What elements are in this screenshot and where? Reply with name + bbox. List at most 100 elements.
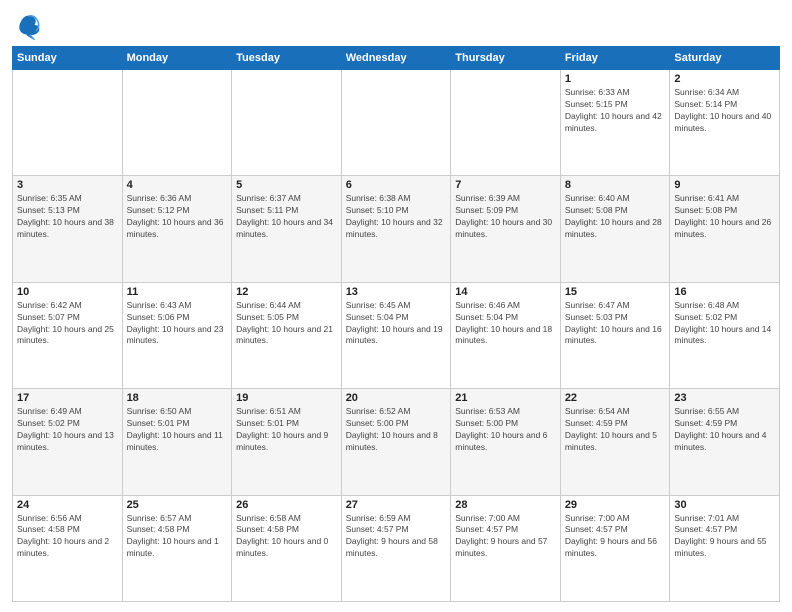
day-number: 21 [455,392,556,404]
calendar-cell: 22 Sunrise: 6:54 AM Sunset: 4:59 PM Dayli… [560,389,670,495]
calendar-cell: 26Sunrise: 6:58 AM Sunset: 4:58 PM Dayli… [232,495,342,601]
weekday-tuesday: Tuesday [232,47,342,70]
day-info: Sunrise: 6:49 AM Sunset: 5:02 PM Dayligh… [17,406,118,454]
day-number: 28 [455,499,556,511]
day-info: Sunrise: 6:34 AM Sunset: 5:14 PM Dayligh… [674,87,775,135]
weekday-sunday: Sunday [13,47,123,70]
calendar-cell: 5 Sunrise: 6:37 AM Sunset: 5:11 PM Daylig… [232,176,342,282]
day-number: 24 [17,499,118,511]
day-info: Sunrise: 6:39 AM Sunset: 5:09 PM Dayligh… [455,193,556,241]
day-info: Sunrise: 6:54 AM Sunset: 4:59 PM Dayligh… [565,406,666,454]
calendar-cell: 12 Sunrise: 6:44 AM Sunset: 5:05 PM Dayli… [232,282,342,388]
calendar-cell: 2 Sunrise: 6:34 AM Sunset: 5:14 PM Daylig… [670,70,780,176]
day-info: Sunrise: 7:00 AM Sunset: 4:57 PM Dayligh… [455,513,556,561]
day-number: 14 [455,286,556,298]
calendar-cell: 20Sunrise: 6:52 AM Sunset: 5:00 PM Dayli… [341,389,451,495]
day-info: Sunrise: 7:00 AM Sunset: 4:57 PM Dayligh… [565,513,666,561]
calendar-cell: 9 Sunrise: 6:41 AM Sunset: 5:08 PM Daylig… [670,176,780,282]
calendar-cell: 19 Sunrise: 6:51 AM Sunset: 5:01 PM Dayli… [232,389,342,495]
calendar-cell: 27 Sunrise: 6:59 AM Sunset: 4:57 PM Dayli… [341,495,451,601]
day-number: 22 [565,392,666,404]
calendar-cell: 10 Sunrise: 6:42 AM Sunset: 5:07 PM Dayli… [13,282,123,388]
day-number: 16 [674,286,775,298]
day-number: 2 [674,73,775,85]
day-info: Sunrise: 6:51 AM Sunset: 5:01 PM Dayligh… [236,406,337,454]
calendar-cell [451,70,561,176]
day-number: 1 [565,73,666,85]
calendar-cell: 28 Sunrise: 7:00 AM Sunset: 4:57 PM Dayli… [451,495,561,601]
day-info: Sunrise: 6:40 AM Sunset: 5:08 PM Dayligh… [565,193,666,241]
day-info: Sunrise: 6:50 AM Sunset: 5:01 PM Dayligh… [127,406,228,454]
day-info: Sunrise: 6:43 AM Sunset: 5:06 PM Dayligh… [127,300,228,348]
day-number: 19 [236,392,337,404]
calendar-cell: 15 Sunrise: 6:47 AM Sunset: 5:03 PM Dayli… [560,282,670,388]
day-info: Sunrise: 7:01 AM Sunset: 4:57 PM Dayligh… [674,513,775,561]
weekday-saturday: Saturday [670,47,780,70]
weekday-header: SundayMondayTuesdayWednesdayThursdayFrid… [13,47,780,70]
day-info: Sunrise: 6:53 AM Sunset: 5:00 PM Dayligh… [455,406,556,454]
calendar-cell: 25Sunrise: 6:57 AM Sunset: 4:58 PM Dayli… [122,495,232,601]
calendar-cell: 17Sunrise: 6:49 AM Sunset: 5:02 PM Dayli… [13,389,123,495]
day-number: 7 [455,179,556,191]
calendar-week-5: 24 Sunrise: 6:56 AM Sunset: 4:58 PM Dayli… [13,495,780,601]
day-info: Sunrise: 6:41 AM Sunset: 5:08 PM Dayligh… [674,193,775,241]
day-number: 5 [236,179,337,191]
day-number: 30 [674,499,775,511]
calendar-cell: 11 Sunrise: 6:43 AM Sunset: 5:06 PM Dayli… [122,282,232,388]
calendar-week-1: 1 Sunrise: 6:33 AM Sunset: 5:15 PM Daylig… [13,70,780,176]
day-number: 3 [17,179,118,191]
day-info: Sunrise: 6:33 AM Sunset: 5:15 PM Dayligh… [565,87,666,135]
day-number: 15 [565,286,666,298]
day-info: Sunrise: 6:37 AM Sunset: 5:11 PM Dayligh… [236,193,337,241]
calendar-cell: 4 Sunrise: 6:36 AM Sunset: 5:12 PM Daylig… [122,176,232,282]
calendar-cell: 3 Sunrise: 6:35 AM Sunset: 5:13 PM Daylig… [13,176,123,282]
calendar-week-2: 3 Sunrise: 6:35 AM Sunset: 5:13 PM Daylig… [13,176,780,282]
calendar-body: 1 Sunrise: 6:33 AM Sunset: 5:15 PM Daylig… [13,70,780,602]
weekday-monday: Monday [122,47,232,70]
calendar-cell: 7 Sunrise: 6:39 AM Sunset: 5:09 PM Daylig… [451,176,561,282]
calendar-cell [232,70,342,176]
calendar-cell: 1 Sunrise: 6:33 AM Sunset: 5:15 PM Daylig… [560,70,670,176]
page: SundayMondayTuesdayWednesdayThursdayFrid… [0,0,792,612]
calendar-cell: 21 Sunrise: 6:53 AM Sunset: 5:00 PM Dayli… [451,389,561,495]
day-info: Sunrise: 6:56 AM Sunset: 4:58 PM Dayligh… [17,513,118,561]
header [12,10,780,40]
day-number: 25 [127,499,228,511]
calendar-cell: 24 Sunrise: 6:56 AM Sunset: 4:58 PM Dayli… [13,495,123,601]
day-number: 4 [127,179,228,191]
day-info: Sunrise: 6:42 AM Sunset: 5:07 PM Dayligh… [17,300,118,348]
day-number: 6 [346,179,447,191]
calendar: SundayMondayTuesdayWednesdayThursdayFrid… [12,46,780,602]
day-info: Sunrise: 6:55 AM Sunset: 4:59 PM Dayligh… [674,406,775,454]
day-number: 9 [674,179,775,191]
day-info: Sunrise: 6:46 AM Sunset: 5:04 PM Dayligh… [455,300,556,348]
day-info: Sunrise: 6:59 AM Sunset: 4:57 PM Dayligh… [346,513,447,561]
day-number: 27 [346,499,447,511]
day-info: Sunrise: 6:35 AM Sunset: 5:13 PM Dayligh… [17,193,118,241]
day-info: Sunrise: 6:44 AM Sunset: 5:05 PM Dayligh… [236,300,337,348]
calendar-cell [341,70,451,176]
calendar-cell: 8 Sunrise: 6:40 AM Sunset: 5:08 PM Daylig… [560,176,670,282]
day-info: Sunrise: 6:47 AM Sunset: 5:03 PM Dayligh… [565,300,666,348]
calendar-cell: 14 Sunrise: 6:46 AM Sunset: 5:04 PM Dayli… [451,282,561,388]
weekday-thursday: Thursday [451,47,561,70]
day-number: 29 [565,499,666,511]
day-info: Sunrise: 6:36 AM Sunset: 5:12 PM Dayligh… [127,193,228,241]
calendar-cell: 6 Sunrise: 6:38 AM Sunset: 5:10 PM Daylig… [341,176,451,282]
day-number: 10 [17,286,118,298]
day-info: Sunrise: 6:45 AM Sunset: 5:04 PM Dayligh… [346,300,447,348]
calendar-cell: 30 Sunrise: 7:01 AM Sunset: 4:57 PM Dayli… [670,495,780,601]
day-info: Sunrise: 6:48 AM Sunset: 5:02 PM Dayligh… [674,300,775,348]
day-number: 23 [674,392,775,404]
day-number: 11 [127,286,228,298]
day-number: 12 [236,286,337,298]
calendar-cell: 16 Sunrise: 6:48 AM Sunset: 5:02 PM Dayli… [670,282,780,388]
day-number: 13 [346,286,447,298]
calendar-week-3: 10 Sunrise: 6:42 AM Sunset: 5:07 PM Dayli… [13,282,780,388]
logo [12,10,46,40]
calendar-week-4: 17Sunrise: 6:49 AM Sunset: 5:02 PM Dayli… [13,389,780,495]
day-number: 8 [565,179,666,191]
day-info: Sunrise: 6:38 AM Sunset: 5:10 PM Dayligh… [346,193,447,241]
weekday-wednesday: Wednesday [341,47,451,70]
calendar-cell: 23 Sunrise: 6:55 AM Sunset: 4:59 PM Dayli… [670,389,780,495]
